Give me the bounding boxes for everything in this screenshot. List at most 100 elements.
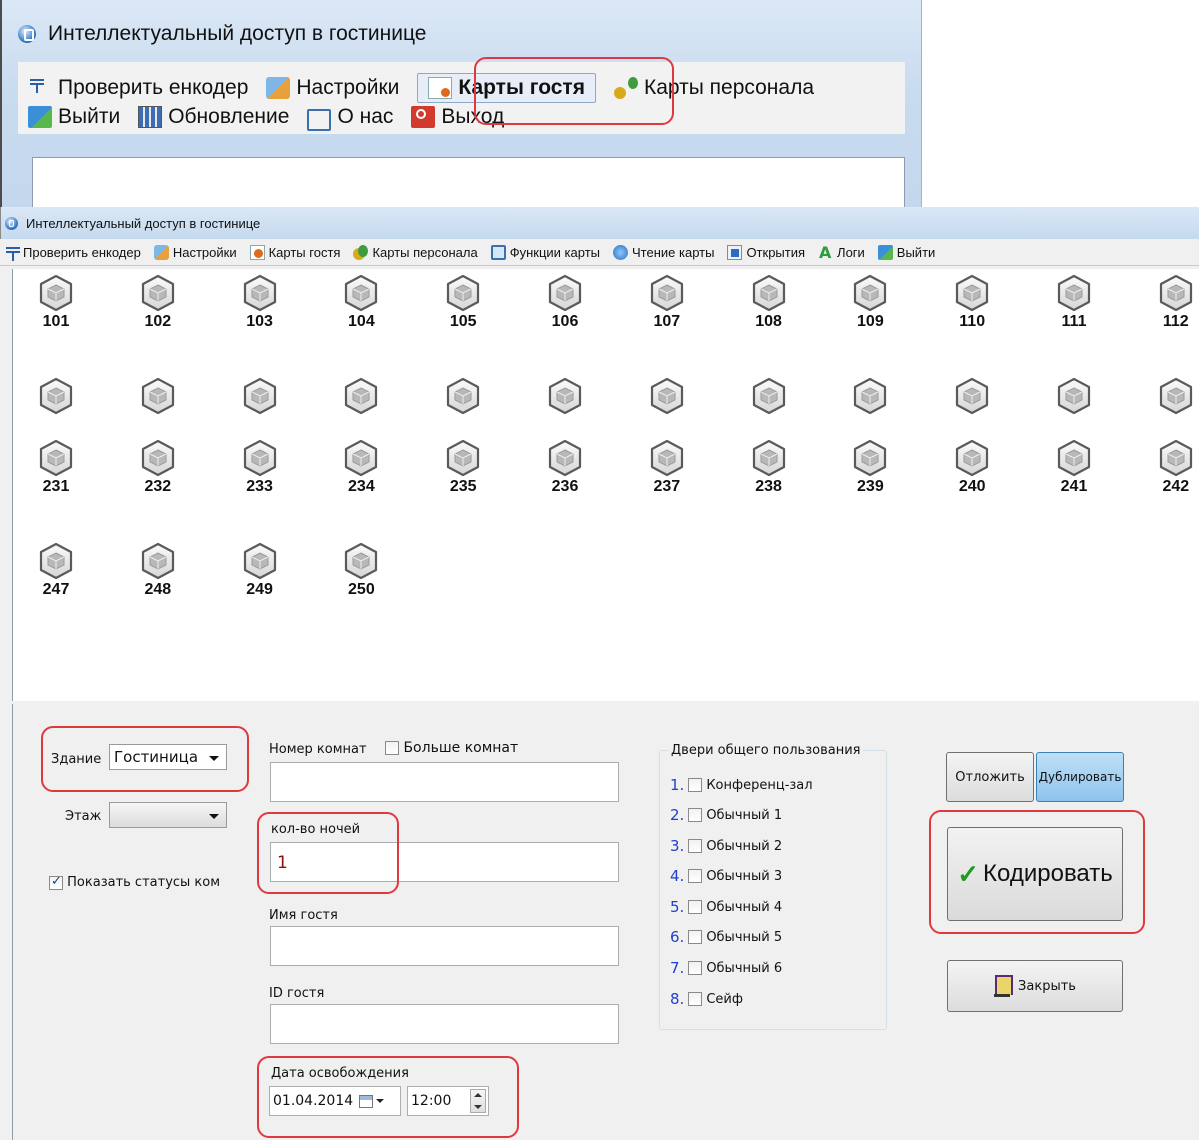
room-tile[interactable]: 233 [225,439,295,496]
room-cube-icon [139,439,177,477]
room-tile[interactable]: 234 [326,439,396,496]
toolbar-logout[interactable]: Выйти [877,244,935,260]
room-tile[interactable]: 109 [835,274,905,331]
door-item-regular-1[interactable]: 2. Обычный 1 [670,806,782,824]
room-tile[interactable]: 242 [1141,439,1199,496]
toolbar-staff-cards[interactable]: Карты персонала [353,244,478,260]
room-tile[interactable]: 249 [225,542,295,599]
room-tile[interactable]: 247 [21,542,91,599]
door-item-safe[interactable]: 8. Сейф [670,990,743,1008]
room-tile[interactable] [326,377,396,415]
checkout-time-picker[interactable]: 12:00 [407,1086,489,1116]
snippet-check-encoder-button[interactable]: Проверить енкодер [28,76,248,100]
room-tile[interactable]: 105 [428,274,498,331]
guest-id-input[interactable] [270,1004,619,1044]
toolbar-logs[interactable]: Логи [818,243,865,262]
encode-button[interactable]: ✓ Кодировать [947,827,1123,921]
room-number: 249 [246,581,273,598]
room-cube-icon [139,377,177,415]
room-tile[interactable]: 106 [530,274,600,331]
room-tile[interactable] [835,377,905,415]
guest-card-form: Здание Гостиница Этаж Показать статусы к… [12,704,1199,1140]
door-item-conference[interactable]: 1. Конференц-зал [670,776,813,794]
room-cube-icon [1055,377,1093,415]
chevron-down-icon [209,814,219,819]
nights-label: кол-во ночей [271,822,361,837]
building-select[interactable]: Гостиница [109,744,227,770]
door-number: 4. [670,867,685,885]
room-tile[interactable]: 238 [734,439,804,496]
room-tile[interactable] [530,377,600,415]
room-tile[interactable]: 250 [326,542,396,599]
door-item-regular-6[interactable]: 7. Обычный 6 [670,959,782,977]
duplicate-button[interactable]: Дублировать [1036,752,1124,802]
spinner-icon[interactable] [470,1089,486,1113]
room-tile[interactable]: 101 [21,274,91,331]
room-cube-icon [139,542,177,580]
room-number: 110 [959,313,986,330]
door-item-regular-5[interactable]: 6. Обычный 5 [670,928,782,946]
logs-icon [818,243,833,262]
room-tile[interactable]: 110 [937,274,1007,331]
chevron-down-icon [376,1099,385,1103]
room-tile[interactable] [21,377,91,415]
guest-name-input[interactable] [270,926,619,966]
toolbar-check-encoder[interactable]: Проверить енкодер [4,245,141,261]
more-rooms-checkbox[interactable]: Больше комнат [385,740,518,756]
toolbar-logs-label: Логи [837,244,865,260]
room-tile[interactable] [632,377,702,415]
door-item-regular-4[interactable]: 5. Обычный 4 [670,898,782,916]
snippet-about-button[interactable]: О нас [307,105,394,131]
snippet-quit-button[interactable]: Выход [411,105,504,129]
room-tile[interactable]: 235 [428,439,498,496]
room-cube-icon [37,542,75,580]
room-tile[interactable]: 107 [632,274,702,331]
door-item-regular-2[interactable]: 3. Обычный 2 [670,837,782,855]
postpone-button[interactable]: Отложить [946,752,1034,802]
rooms-grid: 101 102 103 104 105 106 107 108 109 110 111 112 231 2… [12,269,1199,701]
toolbar-openings[interactable]: Открытия [727,244,805,260]
room-tile[interactable]: 248 [123,542,193,599]
toolbar-guest-cards[interactable]: Карты гостя [249,244,340,260]
room-tile[interactable] [428,377,498,415]
room-number-input[interactable] [270,762,619,802]
chevron-down-icon [209,756,219,761]
close-button[interactable]: Закрыть [947,960,1123,1012]
toolbar-card-functions[interactable]: Функции карты [490,244,600,260]
room-tile[interactable] [734,377,804,415]
toolbar-read-card[interactable]: Чтение карты [613,244,714,260]
room-tile[interactable]: 239 [835,439,905,496]
snippet-settings-button[interactable]: Настройки [266,76,399,100]
room-tile[interactable]: 237 [632,439,702,496]
room-tile[interactable]: 112 [1141,274,1199,331]
room-tile[interactable]: 108 [734,274,804,331]
snippet-guest-cards-button[interactable]: Карты гостя [417,73,596,103]
room-tile[interactable] [1039,377,1109,415]
room-tile[interactable]: 231 [21,439,91,496]
snippet-check-encoder-label: Проверить енкодер [58,76,249,99]
room-cube-icon [648,439,686,477]
room-tile[interactable]: 236 [530,439,600,496]
room-tile[interactable]: 111 [1039,274,1109,331]
room-tile[interactable]: 232 [123,439,193,496]
room-tile[interactable] [123,377,193,415]
toolbar-settings[interactable]: Настройки [153,244,237,260]
checkout-date-picker[interactable]: 01.04.2014 [269,1086,401,1116]
nights-input[interactable]: 1 [270,842,619,882]
snippet-staff-cards-button[interactable]: Карты персонала [613,76,814,100]
room-tile[interactable] [225,377,295,415]
room-tile[interactable]: 240 [937,439,1007,496]
room-tile[interactable]: 241 [1039,439,1109,496]
room-number: 238 [755,478,782,495]
snippet-logout-button[interactable]: Выйти [28,105,120,129]
room-tile[interactable]: 104 [326,274,396,331]
snippet-about-label: О нас [337,105,394,128]
room-tile[interactable] [1141,377,1199,415]
room-tile[interactable]: 102 [123,274,193,331]
door-item-regular-3[interactable]: 4. Обычный 3 [670,867,782,885]
floor-select[interactable] [109,802,227,828]
show-status-checkbox[interactable]: Показать статусы ком [49,874,220,890]
room-tile[interactable] [937,377,1007,415]
snippet-update-button[interactable]: Обновление [138,105,289,129]
room-tile[interactable]: 103 [225,274,295,331]
